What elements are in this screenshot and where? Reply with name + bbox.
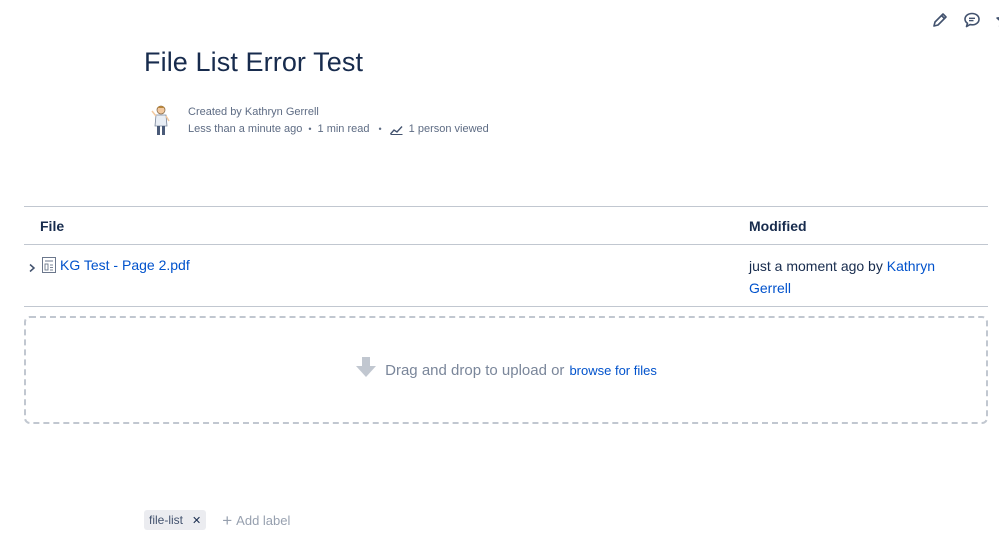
download-arrow-icon bbox=[356, 357, 377, 377]
avatar[interactable] bbox=[150, 104, 172, 138]
file-pdf-icon bbox=[42, 257, 56, 273]
page-title: File List Error Test bbox=[144, 47, 364, 77]
file-name-link[interactable]: KG Test - Page 2.pdf bbox=[60, 257, 190, 273]
label-chip[interactable]: file-list ✕ bbox=[144, 510, 207, 530]
byline: Created by Kathryn Gerrell Less than a m… bbox=[150, 104, 489, 138]
remove-label-icon[interactable]: ✕ bbox=[192, 514, 201, 527]
label-text[interactable]: file-list bbox=[149, 513, 183, 527]
page-actions bbox=[930, 10, 999, 30]
file-cell: KG Test - Page 2.pdf bbox=[24, 245, 749, 306]
read-time: 1 min read bbox=[317, 123, 370, 135]
comment-icon[interactable] bbox=[962, 10, 982, 30]
column-header-modified[interactable]: Modified bbox=[749, 218, 807, 234]
separator-dot: • bbox=[308, 124, 312, 134]
analytics-chart-icon bbox=[389, 125, 403, 135]
labels-bar: file-list ✕ + Add label bbox=[144, 510, 290, 530]
modified-cell: just a moment ago by Kathryn Gerrell bbox=[749, 245, 964, 306]
upload-dropzone[interactable]: Drag and drop to upload or browse for fi… bbox=[24, 316, 988, 424]
dropzone-content: Drag and drop to upload or browse for fi… bbox=[355, 357, 657, 379]
add-label-text: Add label bbox=[236, 512, 291, 528]
plus-icon: + bbox=[222, 510, 233, 530]
edit-pencil-icon[interactable] bbox=[930, 10, 950, 30]
table-row: KG Test - Page 2.pdf just a moment ago b… bbox=[24, 245, 988, 307]
table-header: File Modified bbox=[24, 207, 988, 245]
add-label-button[interactable]: + Add label bbox=[222, 512, 290, 529]
star-icon[interactable] bbox=[994, 10, 999, 30]
view-count[interactable]: 1 person viewed bbox=[409, 121, 489, 138]
column-header-file[interactable]: File bbox=[24, 218, 749, 234]
created-by: Created by Kathryn Gerrell bbox=[188, 106, 319, 118]
byline-meta: Created by Kathryn Gerrell Less than a m… bbox=[188, 104, 489, 138]
dropzone-text: Drag and drop to upload or bbox=[385, 361, 565, 379]
separator-dot: • bbox=[378, 124, 382, 134]
browse-files-link[interactable]: browse for files bbox=[569, 363, 656, 378]
file-list-table: File Modified KG Test - Page 2.pdf just … bbox=[24, 206, 988, 307]
created-time: Less than a minute ago bbox=[188, 123, 303, 135]
modified-time: just a moment ago by bbox=[749, 258, 887, 274]
chevron-right-icon[interactable] bbox=[24, 260, 42, 276]
